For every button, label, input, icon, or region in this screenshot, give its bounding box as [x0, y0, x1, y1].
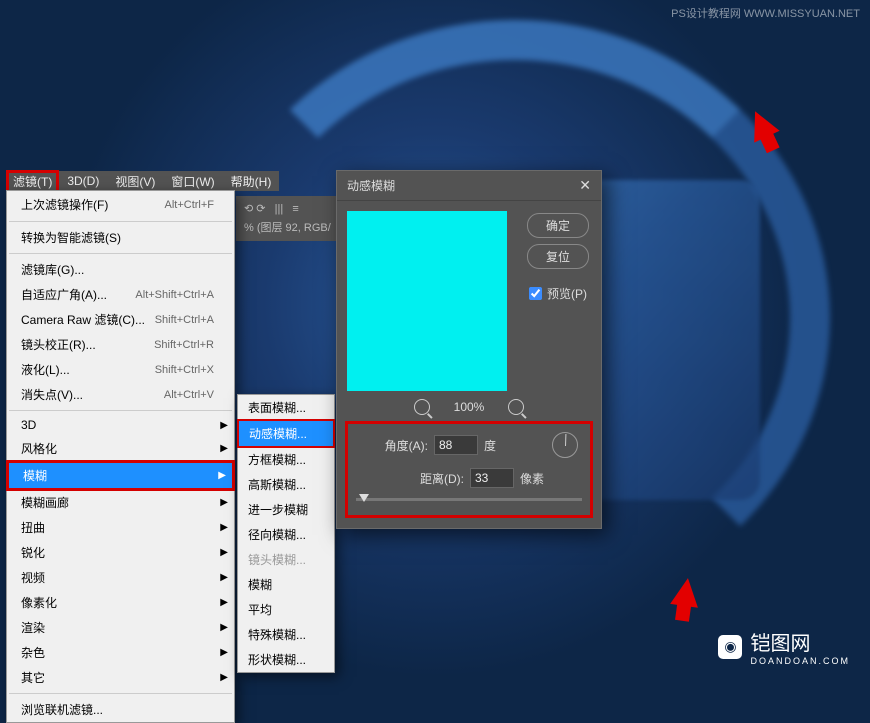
watermark-top: PS设计教程网 WWW.MISSYUAN.NET — [671, 5, 860, 21]
watermark-bottom: ◉ 铠图网 DOANDOAN.COM — [718, 627, 850, 666]
menu-item-liquify[interactable]: 液化(L)...Shift+Ctrl+X — [7, 357, 234, 382]
zoom-level: 100% — [454, 400, 485, 414]
menubar: 滤镜(T) 3D(D) 视图(V) 窗口(W) 帮助(H) — [6, 171, 279, 191]
zoom-in-icon[interactable] — [508, 399, 524, 415]
submenu-surface-blur[interactable]: 表面模糊... — [238, 395, 334, 420]
logo-icon: ◉ — [718, 635, 742, 659]
distance-input[interactable] — [470, 468, 514, 488]
submenu-smart-blur[interactable]: 特殊模糊... — [238, 622, 334, 647]
motion-blur-dialog: 动感模糊 ✕ 确定 复位 预览(P) 100% 角度(A): 度 距 — [336, 170, 602, 529]
angle-label: 角度(A): — [354, 437, 428, 454]
submenu-shape-blur[interactable]: 形状模糊... — [238, 647, 334, 672]
submenu-lens-blur[interactable]: 镜头模糊... — [238, 547, 334, 572]
submenu-blur[interactable]: 模糊 — [238, 572, 334, 597]
blur-submenu: 表面模糊... 动感模糊... 方框模糊... 高斯模糊... 进一步模糊 径向… — [237, 394, 335, 673]
menu-item-blur-gallery[interactable]: 模糊画廊▶ — [7, 490, 234, 515]
submenu-average[interactable]: 平均 — [238, 597, 334, 622]
menu-item-stylize[interactable]: 风格化▶ — [7, 436, 234, 461]
preview-area[interactable] — [347, 211, 507, 391]
menu-item-distort[interactable]: 扭曲▶ — [7, 515, 234, 540]
options-bar-fragment: ⟲ ⟳ ||| ≡ % (图层 92, RGB/ — [236, 196, 339, 241]
distance-unit: 像素 — [520, 470, 544, 487]
menu-item-camera-raw[interactable]: Camera Raw 滤镜(C)...Shift+Ctrl+A — [7, 307, 234, 332]
submenu-gaussian-blur[interactable]: 高斯模糊... — [238, 472, 334, 497]
menu-item-pixelate[interactable]: 像素化▶ — [7, 590, 234, 615]
close-icon[interactable]: ✕ — [579, 177, 591, 194]
menu-item-lens-correction[interactable]: 镜头校正(R)...Shift+Ctrl+R — [7, 332, 234, 357]
menu-item-smart-filter[interactable]: 转换为智能滤镜(S) — [7, 225, 234, 250]
reset-button[interactable]: 复位 — [527, 244, 589, 269]
submenu-blur-more[interactable]: 进一步模糊 — [238, 497, 334, 522]
menu-item-render[interactable]: 渲染▶ — [7, 615, 234, 640]
parameter-block: 角度(A): 度 距离(D): 像素 — [345, 421, 593, 518]
submenu-radial-blur[interactable]: 径向模糊... — [238, 522, 334, 547]
submenu-motion-blur[interactable]: 动感模糊... — [237, 419, 335, 448]
menu-item-filter-gallery[interactable]: 滤镜库(G)... — [7, 257, 234, 282]
dialog-title-text: 动感模糊 — [347, 177, 395, 194]
menu-item-noise[interactable]: 杂色▶ — [7, 640, 234, 665]
menu-item-browse-online[interactable]: 浏览联机滤镜... — [7, 697, 234, 722]
submenu-box-blur[interactable]: 方框模糊... — [238, 447, 334, 472]
slider-handle[interactable] — [359, 494, 369, 502]
distance-slider[interactable] — [356, 498, 582, 501]
angle-input[interactable] — [434, 435, 478, 455]
filter-menu: 上次滤镜操作(F)Alt+Ctrl+F 转换为智能滤镜(S) 滤镜库(G)...… — [6, 190, 235, 723]
preview-checkbox[interactable]: 预览(P) — [527, 285, 589, 302]
distance-label: 距离(D): — [354, 470, 464, 487]
dialog-titlebar[interactable]: 动感模糊 ✕ — [337, 171, 601, 201]
annotation-arrow — [670, 576, 702, 608]
menu-item-other[interactable]: 其它▶ — [7, 665, 234, 690]
menu-item-3d[interactable]: 3D▶ — [7, 414, 234, 436]
menu-item-sharpen[interactable]: 锐化▶ — [7, 540, 234, 565]
zoom-out-icon[interactable] — [414, 399, 430, 415]
menu-3d[interactable]: 3D(D) — [59, 171, 107, 191]
angle-unit: 度 — [484, 437, 496, 454]
ok-button[interactable]: 确定 — [527, 213, 589, 238]
angle-dial[interactable] — [552, 432, 578, 458]
menu-item-last-filter[interactable]: 上次滤镜操作(F)Alt+Ctrl+F — [7, 191, 234, 218]
menu-item-vanishing-point[interactable]: 消失点(V)...Alt+Ctrl+V — [7, 382, 234, 407]
menu-item-adaptive-wide[interactable]: 自适应广角(A)...Alt+Shift+Ctrl+A — [7, 282, 234, 307]
menu-item-blur[interactable]: 模糊▶ — [6, 460, 235, 491]
menu-item-video[interactable]: 视频▶ — [7, 565, 234, 590]
